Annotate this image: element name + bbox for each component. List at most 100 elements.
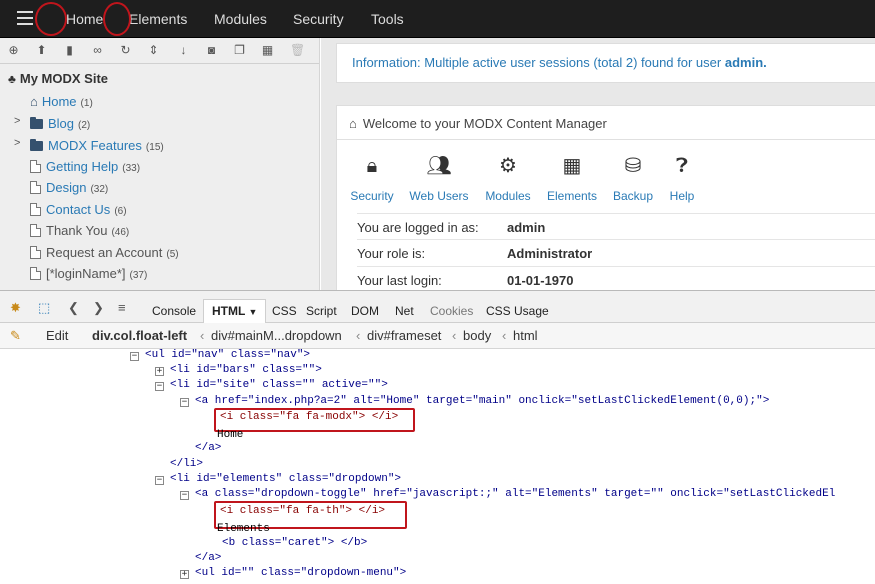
nav-security[interactable]: Security <box>293 11 344 27</box>
resource-tree-panel: ⊕ ⬆ ▮ ∞ ↻ ⇕ ↓ ◙ ❐ ▦ 🗑 ♣ My MODX Site ⌂ Hom… <box>0 38 320 290</box>
crumb-separator: ‹ <box>200 328 205 343</box>
nav-home[interactable]: Home <box>66 11 103 27</box>
code-line[interactable]: Elements <box>217 522 270 537</box>
dropdown-icon: ▼ <box>248 307 258 317</box>
code-line[interactable]: <li id="bars" class=""> <box>170 363 322 378</box>
firebug-icon[interactable]: ✸ <box>10 300 21 316</box>
info-row: You are logged in as: admin <box>357 213 875 239</box>
help-shortcut[interactable]: ❓︎ Help <box>647 153 717 203</box>
expand-toggle[interactable]: + <box>180 570 189 579</box>
tree-item[interactable]: Design (32) <box>30 180 108 195</box>
grid-icon[interactable]: ▦ <box>261 44 274 57</box>
tree-root[interactable]: ♣ My MODX Site <box>8 71 108 86</box>
home-icon: ⌂ <box>30 94 38 109</box>
back-icon[interactable]: ❮ <box>68 300 79 316</box>
welcome-header: ⌂ Welcome to your MODX Content Manager <box>337 106 875 140</box>
annotation-oval <box>35 2 67 36</box>
code-line[interactable]: <li id="site" class="" active=""> <box>170 378 388 393</box>
info-message: Information: Multiple active user sessio… <box>336 43 875 83</box>
sort-numeric-icon[interactable]: ↓ <box>177 44 190 57</box>
code-line[interactable]: <b class="caret"> </b> <box>222 536 367 551</box>
tab-script[interactable]: Script <box>306 304 337 318</box>
tree-item[interactable]: MODX Features (15) <box>30 138 164 153</box>
document-icon <box>30 160 41 173</box>
collapse-toggle[interactable]: − <box>155 382 164 391</box>
collapse-toggle[interactable]: − <box>180 398 189 407</box>
collapse-toggle[interactable]: − <box>130 352 139 361</box>
top-navbar: Home Elements Modules Security Tools <box>0 0 875 38</box>
tree-item[interactable]: Thank You (46) <box>30 223 129 238</box>
sort-icon[interactable]: ⇕ <box>147 44 160 57</box>
lock-icon: 🔒︎ <box>366 155 378 177</box>
tab-net[interactable]: Net <box>395 304 414 318</box>
web-users-shortcut[interactable]: 👥︎ Web Users <box>404 153 474 203</box>
link-icon[interactable]: ∞ <box>91 44 104 57</box>
grid-icon: ▦ <box>562 155 582 177</box>
tree-toolbar: ⊕ ⬆ ▮ ∞ ↻ ⇕ ↓ ◙ ❐ ▦ 🗑 <box>0 38 319 64</box>
refresh-icon[interactable]: ↻ <box>119 44 132 57</box>
upload-icon[interactable]: ⬆ <box>35 44 48 57</box>
chevron-right-icon[interactable]: > <box>14 115 20 127</box>
expand-toggle[interactable]: + <box>155 367 164 376</box>
tree-item[interactable]: Contact Us (6) <box>30 202 127 217</box>
tab-html[interactable]: HTML ▼ <box>203 299 267 323</box>
chevron-right-icon[interactable]: > <box>14 137 20 149</box>
main-content: Information: Multiple active user sessio… <box>321 38 875 295</box>
tab-css-usage[interactable]: CSS Usage <box>486 304 549 318</box>
new-document-icon[interactable]: ⊕ <box>7 44 20 57</box>
document-icon <box>30 203 41 216</box>
trash-icon[interactable]: 🗑 <box>290 44 305 57</box>
crumb-item[interactable]: div.col.float-left <box>92 328 187 343</box>
elements-shortcut[interactable]: ▦ Elements <box>537 153 607 203</box>
crumb-item[interactable]: html <box>513 328 538 343</box>
edit-button[interactable]: Edit <box>46 328 68 343</box>
tab-css[interactable]: CSS <box>272 304 297 318</box>
collapse-toggle[interactable]: − <box>155 476 164 485</box>
nav-modules[interactable]: Modules <box>214 11 267 27</box>
home-icon: ⌂ <box>349 116 357 131</box>
hamburger-icon[interactable] <box>17 11 33 25</box>
nav-elements[interactable]: Elements <box>129 11 187 27</box>
tab-dom[interactable]: DOM <box>351 304 379 318</box>
sitemap-icon: ♣ <box>8 72 16 86</box>
folder-icon <box>30 139 43 151</box>
devtools-panel: ✸ ⬚ ❮ ❯ ≡ Console HTML ▼ CSS Script DOM … <box>0 290 875 584</box>
console-toggle-icon[interactable]: ≡ <box>118 300 126 315</box>
tree-item[interactable]: ⌂ Home (1) <box>30 94 93 109</box>
tree-item[interactable]: Request an Account (5) <box>30 245 179 260</box>
tab-cookies[interactable]: Cookies <box>430 304 473 318</box>
crumb-item[interactable]: div#mainM...dropdown <box>211 328 342 343</box>
info-row: Your role is: Administrator <box>357 239 875 265</box>
code-line[interactable]: <ul id="" class="dropdown-menu"> <box>195 566 406 581</box>
document-icon <box>30 181 41 194</box>
modules-shortcut[interactable]: ⚙ Modules <box>473 153 543 203</box>
code-line[interactable]: <a class="dropdown-toggle" href="javascr… <box>195 487 835 502</box>
forward-icon[interactable]: ❯ <box>93 300 104 316</box>
code-line[interactable]: </li> <box>170 457 203 472</box>
edit-icon[interactable]: ✎ <box>10 328 21 344</box>
crumb-item[interactable]: body <box>463 328 491 343</box>
devtools-tabbar: ✸ ⬚ ❮ ❯ ≡ Console HTML ▼ CSS Script DOM … <box>0 291 875 323</box>
tree-item[interactable]: Blog (2) <box>30 116 90 131</box>
camera-icon[interactable]: ◙ <box>205 44 218 57</box>
document-icon <box>30 246 41 259</box>
info-row: Your last login: 01-01-1970 <box>357 266 875 292</box>
security-shortcut[interactable]: 🔒︎ Security <box>337 153 407 203</box>
code-line[interactable]: <a href="index.php?a=2" alt="Home" targe… <box>195 394 769 409</box>
collapse-toggle[interactable]: − <box>180 491 189 500</box>
tab-console[interactable]: Console <box>152 304 196 318</box>
tree-item[interactable]: [*loginName*] (37) <box>30 266 147 281</box>
code-line[interactable]: </a> <box>195 441 221 456</box>
folder-icon <box>30 117 43 129</box>
cogs-icon: ⚙ <box>499 155 517 177</box>
crumb-item[interactable]: div#frameset <box>367 328 441 343</box>
code-line[interactable]: </a> <box>195 551 221 566</box>
tree-item[interactable]: Getting Help (33) <box>30 159 140 174</box>
code-line[interactable]: <ul id="nav" class="nav"> <box>145 348 310 363</box>
file-icon[interactable]: ▮ <box>63 44 76 57</box>
inspect-icon[interactable]: ⬚ <box>38 300 50 316</box>
nav-tools[interactable]: Tools <box>371 11 404 27</box>
code-line[interactable]: <li id="elements" class="dropdown"> <box>170 472 401 487</box>
copy-icon[interactable]: ❐ <box>233 44 246 57</box>
welcome-panel: ⌂ Welcome to your MODX Content Manager 🔒︎… <box>336 105 875 295</box>
